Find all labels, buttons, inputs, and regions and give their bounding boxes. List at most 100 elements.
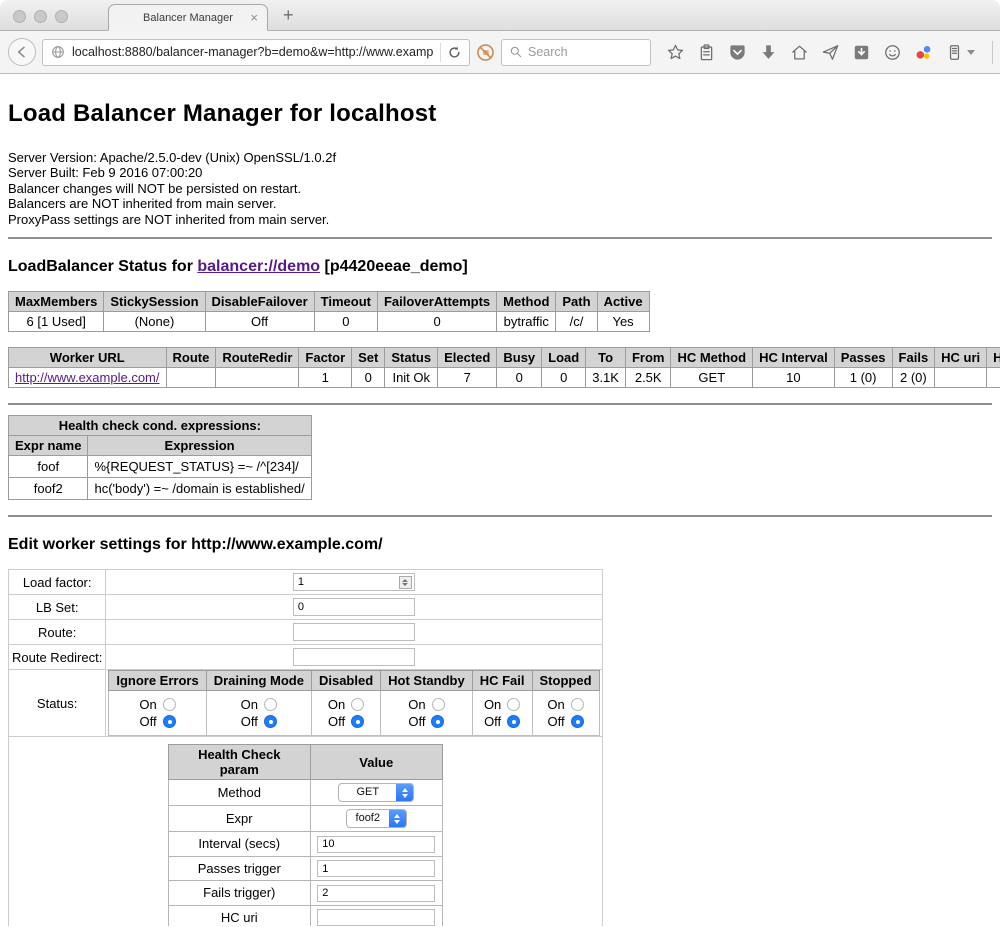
bookmarks-clipboard-icon[interactable] (697, 43, 716, 62)
col-header: Load (542, 348, 586, 368)
cell-from: 2.5K (625, 368, 671, 388)
col-header: Passes (834, 348, 892, 368)
col-header: Timeout (314, 292, 377, 312)
back-button[interactable] (8, 38, 36, 66)
expr-value: %{REQUEST_STATUS} =~ /^[234]/ (88, 456, 311, 478)
radio-label-on: On (241, 697, 258, 712)
radio-off-hot-standby[interactable] (431, 715, 444, 728)
col-header: Expression (88, 436, 311, 456)
radio-on-draining-mode[interactable] (264, 698, 277, 711)
col-header: RouteRedir (216, 348, 299, 368)
status-flags-table: Ignore Errors Draining Mode Disabled Hot… (108, 670, 599, 736)
hc-param-label: Fails trigger) (168, 881, 310, 906)
page-content: Load Balancer Manager for localhost Serv… (0, 74, 1000, 926)
method-select-value: GET (339, 784, 396, 801)
home-icon[interactable] (790, 43, 809, 62)
hc-uri-input[interactable] (317, 909, 435, 926)
tab-close-icon[interactable]: × (250, 11, 258, 24)
server-info-line: Server Version: Apache/2.5.0-dev (Unix) … (8, 150, 992, 165)
expr-select[interactable]: foof2 (346, 809, 407, 828)
globe-icon (50, 44, 66, 60)
interval-input[interactable] (317, 836, 435, 853)
radio-label-off: Off (241, 714, 258, 729)
radio-on-ignore-errors[interactable] (163, 698, 176, 711)
feedback-smiley-icon[interactable] (883, 43, 902, 62)
radio-label-on: On (547, 697, 564, 712)
window-controls (13, 10, 68, 23)
radio-off-ignore-errors[interactable] (163, 715, 176, 728)
downloads-icon[interactable] (759, 43, 778, 62)
radio-off-hc-fail[interactable] (507, 715, 520, 728)
new-tab-button[interactable]: + (283, 5, 294, 26)
hc-expressions-table: Health check cond. expressions: Expr nam… (8, 415, 312, 500)
radio-label-on: On (328, 697, 345, 712)
route-input[interactable] (293, 623, 415, 641)
hc-param-label: Passes trigger (168, 856, 310, 881)
balancer-demo-link[interactable]: balancer://demo (197, 258, 320, 275)
method-select[interactable]: GET (338, 783, 414, 802)
hc-param-row: Fails trigger) (168, 881, 442, 906)
passes-trigger-input[interactable] (317, 860, 435, 877)
fails-trigger-input[interactable] (317, 885, 435, 902)
radio-on-stopped[interactable] (571, 698, 584, 711)
radio-off-stopped[interactable] (571, 715, 584, 728)
testpilot-dots-icon[interactable] (914, 43, 933, 62)
edit-worker-heading: Edit worker settings for http://www.exam… (8, 536, 992, 554)
number-spinner[interactable] (399, 576, 412, 589)
status-cell-hc-fail: On Off (472, 691, 532, 736)
radio-on-hc-fail[interactable] (507, 698, 520, 711)
search-input[interactable]: Search (501, 39, 651, 66)
col-header: Value (310, 745, 442, 780)
balancer-status-heading: LoadBalancer Status for balancer://demo … (8, 258, 992, 276)
col-header: HC Interval (753, 348, 835, 368)
download-panel-icon[interactable] (852, 43, 871, 62)
col-header: HC Method (671, 348, 753, 368)
close-window-button[interactable] (13, 10, 26, 23)
cell-set: 0 (352, 368, 385, 388)
addon-dropdown-caret[interactable] (967, 50, 975, 55)
radio-label-on: On (408, 697, 425, 712)
form-row-lb-set: LB Set: (9, 595, 603, 620)
col-header: DisableFailover (205, 292, 314, 312)
minimize-window-button[interactable] (34, 10, 47, 23)
url-bar[interactable]: localhost:8880/balancer-manager?b=demo&w… (42, 39, 470, 66)
cell-failoverattempts: 0 (377, 312, 496, 332)
navigation-toolbar: localhost:8880/balancer-manager?b=demo&w… (0, 31, 1000, 74)
reload-icon[interactable] (447, 45, 462, 60)
radio-label-off: Off (408, 714, 425, 729)
hc-param-row: Method GET (168, 780, 442, 806)
zoom-window-button[interactable] (55, 10, 68, 23)
cell-passes: 1 (0) (834, 368, 892, 388)
form-row-status: Status: Ignore Errors Draining Mode Disa… (9, 670, 603, 737)
lb-set-input[interactable] (293, 598, 415, 616)
tab-balancer-manager[interactable]: Balancer Manager × (108, 4, 268, 31)
back-arrow-icon (14, 44, 30, 60)
radio-off-draining-mode[interactable] (264, 715, 277, 728)
send-plane-icon[interactable] (821, 43, 840, 62)
worker-url-link[interactable]: http://www.example.com/ (15, 370, 160, 385)
cell-fails: 2 (0) (892, 368, 935, 388)
col-header: From (625, 348, 671, 368)
radio-on-hot-standby[interactable] (432, 698, 445, 711)
cell-stickysession: (None) (104, 312, 205, 332)
bookmark-star-icon[interactable] (666, 43, 685, 62)
status-col-header: Draining Mode (206, 671, 311, 691)
plugin-blocked-icon[interactable] (476, 43, 495, 62)
heading-prefix: LoadBalancer Status for (8, 258, 197, 275)
radio-on-disabled[interactable] (351, 698, 364, 711)
pocket-icon[interactable] (728, 43, 747, 62)
cell-busy: 0 (497, 368, 542, 388)
radio-off-disabled[interactable] (351, 715, 364, 728)
url-text[interactable]: localhost:8880/balancer-manager?b=demo&w… (72, 45, 434, 59)
route-redirect-input[interactable] (293, 648, 415, 666)
load-factor-input[interactable] (293, 573, 415, 591)
cell-load: 0 (542, 368, 586, 388)
hc-param-label: Interval (secs) (168, 832, 310, 857)
divider (8, 237, 992, 239)
server-info-line: Server Built: Feb 9 2016 07:00:20 (8, 165, 992, 180)
status-cell-stopped: On Off (532, 691, 599, 736)
search-placeholder: Search (528, 45, 568, 59)
cell-status: Init Ok (385, 368, 438, 388)
addon-clipboard-icon[interactable] (945, 43, 975, 62)
cell-hc-method: GET (671, 368, 753, 388)
